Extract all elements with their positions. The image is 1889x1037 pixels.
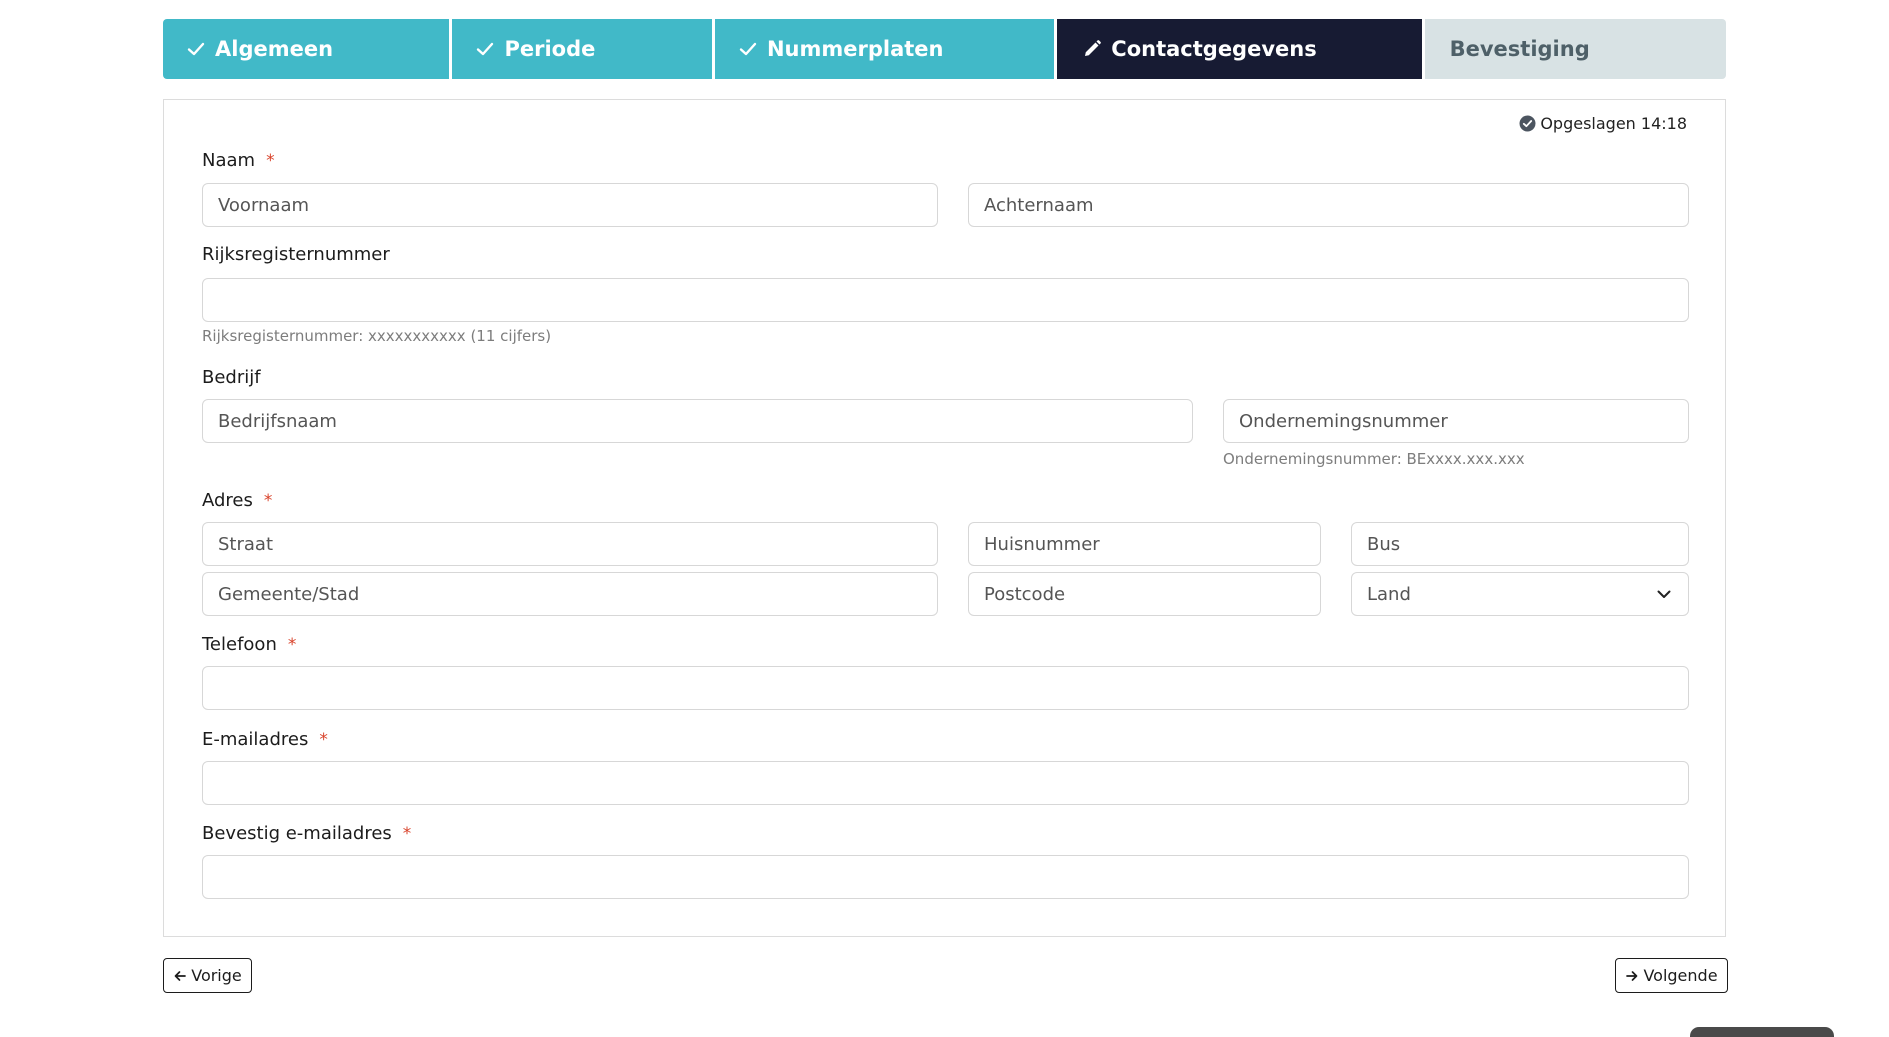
email-label: E-mailadres *	[202, 729, 328, 750]
chevron-down-icon	[1657, 590, 1671, 598]
saved-status: Opgeslagen 14:18	[1519, 114, 1687, 133]
next-button[interactable]: Volgende	[1615, 958, 1728, 993]
required-mark: *	[263, 491, 273, 511]
required-mark: *	[402, 824, 412, 844]
required-mark: *	[266, 151, 275, 171]
step-periode[interactable]: Periode	[452, 19, 712, 79]
postcode-input[interactable]	[968, 572, 1321, 616]
land-select-value: Land	[1367, 583, 1411, 605]
land-select[interactable]: Land	[1351, 572, 1689, 616]
saved-status-text: Opgeslagen 14:18	[1540, 114, 1687, 133]
step-label: Contactgegevens	[1111, 37, 1317, 61]
rijksregister-input[interactable]	[202, 278, 1689, 322]
achternaam-input[interactable]	[968, 183, 1689, 227]
check-icon	[739, 42, 757, 56]
rijksregister-label: Rijksregisternummer	[202, 244, 390, 265]
adres-label-text: Adres	[202, 490, 253, 511]
step-label: Nummerplaten	[766, 37, 944, 61]
email-label-text: E-mailadres	[202, 729, 309, 750]
previous-button-label: Vorige	[191, 966, 242, 985]
step-bevestiging: Bevestiging	[1424, 19, 1727, 79]
naam-label: Naam *	[202, 150, 275, 171]
check-circle-icon	[1519, 115, 1536, 132]
email-confirm-label-text: Bevestig e-mailadres	[202, 823, 392, 844]
next-button-label: Volgende	[1643, 966, 1718, 985]
wizard-stepper: Algemeen Periode Nummerplaten Contactgeg…	[163, 19, 1727, 79]
step-label: Algemeen	[215, 37, 334, 61]
step-algemeen[interactable]: Algemeen	[163, 19, 450, 79]
step-nummerplaten[interactable]: Nummerplaten	[714, 19, 1055, 79]
gemeente-input[interactable]	[202, 572, 938, 616]
telefoon-label-text: Telefoon	[202, 634, 277, 655]
email-input[interactable]	[202, 761, 1689, 805]
ondernemingsnummer-input[interactable]	[1223, 399, 1689, 443]
page: Algemeen Periode Nummerplaten Contactgeg…	[0, 0, 1889, 1037]
step-label: Bevestiging	[1449, 37, 1590, 61]
arrow-left-icon	[174, 970, 187, 981]
huisnummer-input[interactable]	[968, 522, 1321, 566]
step-label: Periode	[504, 37, 596, 61]
rijksregister-hint: Rijksregisternummer: xxxxxxxxxxx (11 cij…	[202, 327, 552, 345]
email-confirm-label: Bevestig e-mailadres *	[202, 823, 411, 844]
naam-label-text: Naam	[202, 150, 256, 171]
straat-input[interactable]	[202, 522, 938, 566]
required-mark: *	[287, 635, 297, 655]
required-mark: *	[319, 730, 328, 750]
telefoon-label: Telefoon *	[202, 634, 296, 655]
bedrijf-label: Bedrijf	[202, 367, 261, 388]
voornaam-input[interactable]	[202, 183, 938, 227]
check-icon	[187, 42, 205, 56]
contact-form-card: Opgeslagen 14:18 Naam * Rijksregisternumm…	[163, 99, 1726, 937]
arrow-right-icon	[1626, 970, 1638, 981]
adres-label: Adres *	[202, 490, 272, 511]
bus-input[interactable]	[1351, 522, 1689, 566]
bedrijfsnaam-input[interactable]	[202, 399, 1193, 443]
ondernemingsnummer-hint: Ondernemingsnummer: BExxxx.xxx.xxx	[1223, 450, 1525, 468]
pencil-icon	[1085, 40, 1102, 56]
step-contactgegevens[interactable]: Contactgegevens	[1057, 19, 1422, 79]
check-icon	[477, 42, 494, 56]
previous-button[interactable]: Vorige	[163, 958, 252, 993]
email-confirm-input[interactable]	[202, 855, 1689, 899]
floating-widget-tab[interactable]	[1690, 1027, 1834, 1037]
telefoon-input[interactable]	[202, 666, 1689, 710]
